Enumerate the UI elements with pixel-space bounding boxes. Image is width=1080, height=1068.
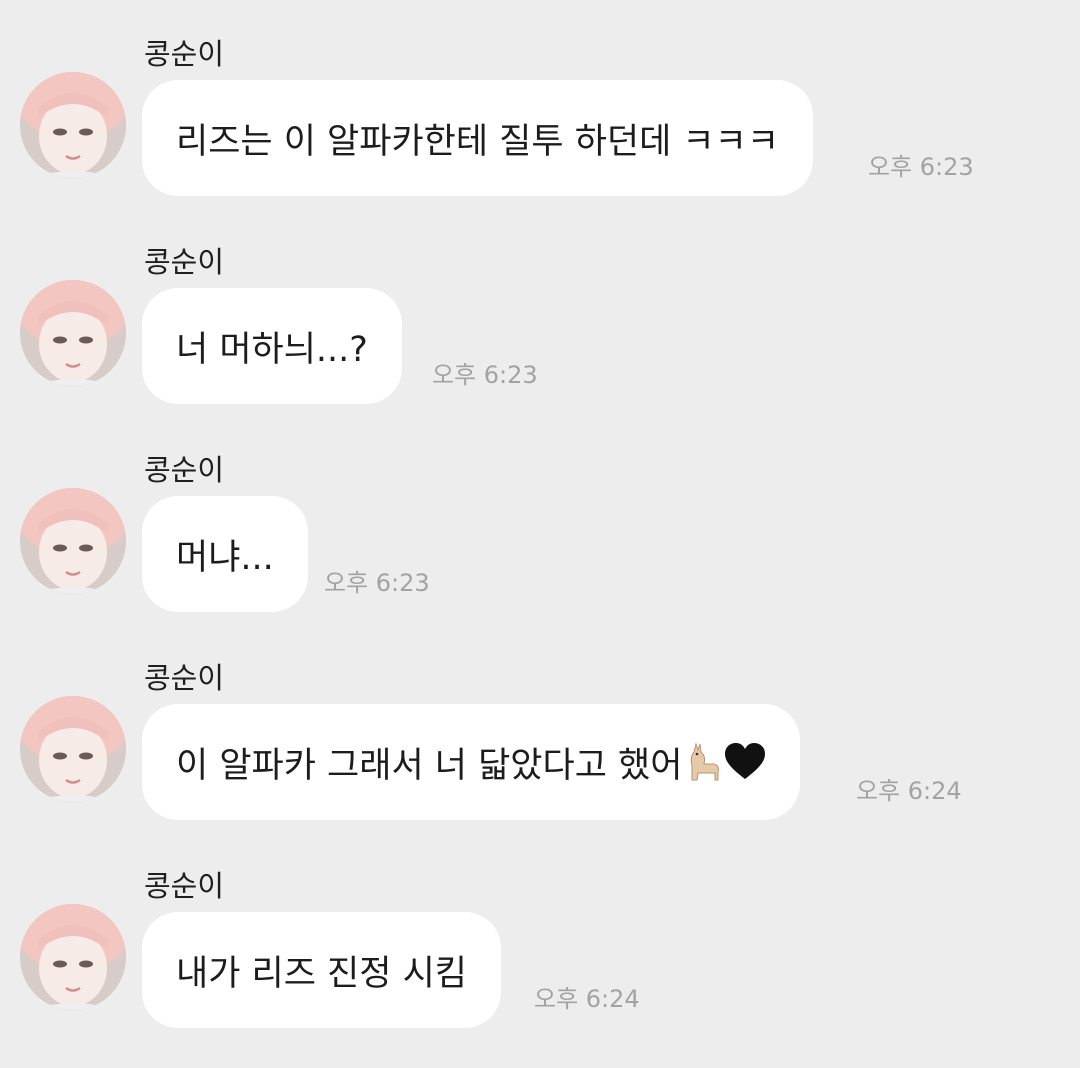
avatar-photo bbox=[20, 72, 126, 178]
avatar[interactable] bbox=[20, 280, 126, 386]
avatar-photo bbox=[20, 696, 126, 802]
message-bubble[interactable]: 리즈는 이 알파카한테 질투 하던데 ㅋㅋㅋ bbox=[142, 80, 814, 196]
chat-message: 콩순이 이 알파카 그래서 너 닯았다고 했어 오후 6:24 bbox=[0, 660, 1080, 860]
message-text: 너 머하늬...? bbox=[176, 329, 368, 370]
chat-message: 콩순이 머냐... 오후 6:23 bbox=[0, 452, 1080, 652]
sender-name: 콩순이 bbox=[144, 869, 225, 903]
message-text: 머냐... bbox=[176, 537, 274, 578]
avatar[interactable] bbox=[20, 72, 126, 178]
message-bubble[interactable]: 내가 리즈 진정 시킴 bbox=[142, 912, 501, 1028]
chat-message: 콩순이 내가 리즈 진정 시킴 오후 6:24 bbox=[0, 868, 1080, 1068]
timestamp: 오후 6:23 bbox=[868, 153, 974, 181]
sender-name: 콩순이 bbox=[144, 245, 225, 279]
chat-message: 콩순이 너 머하늬...? 오후 6:23 bbox=[0, 244, 1080, 444]
sender-name: 콩순이 bbox=[144, 37, 225, 71]
message-text: 내가 리즈 진정 시킴 bbox=[176, 953, 467, 994]
timestamp: 오후 6:23 bbox=[324, 569, 430, 597]
sender-name: 콩순이 bbox=[144, 661, 225, 695]
timestamp: 오후 6:23 bbox=[432, 361, 538, 389]
chat-message: 콩순이 리즈는 이 알파카한테 질투 하던데 ㅋㅋㅋ 오후 6:23 bbox=[0, 36, 1080, 236]
avatar-photo bbox=[20, 904, 126, 1010]
avatar-photo bbox=[20, 280, 126, 386]
black-heart-icon bbox=[724, 742, 766, 782]
message-bubble[interactable]: 머냐... bbox=[142, 496, 308, 612]
avatar[interactable] bbox=[20, 904, 126, 1010]
message-bubble[interactable]: 너 머하늬...? bbox=[142, 288, 402, 404]
message-text: 이 알파카 그래서 너 닯았다고 했어 bbox=[176, 745, 683, 786]
llama-icon bbox=[684, 742, 722, 782]
timestamp: 오후 6:24 bbox=[534, 985, 640, 1013]
avatar[interactable] bbox=[20, 488, 126, 594]
avatar-photo bbox=[20, 488, 126, 594]
message-bubble[interactable]: 이 알파카 그래서 너 닯았다고 했어 bbox=[142, 704, 801, 820]
sender-name: 콩순이 bbox=[144, 453, 225, 487]
timestamp: 오후 6:24 bbox=[856, 777, 962, 805]
avatar[interactable] bbox=[20, 696, 126, 802]
message-text: 리즈는 이 알파카한테 질투 하던데 ㅋㅋㅋ bbox=[176, 121, 780, 162]
